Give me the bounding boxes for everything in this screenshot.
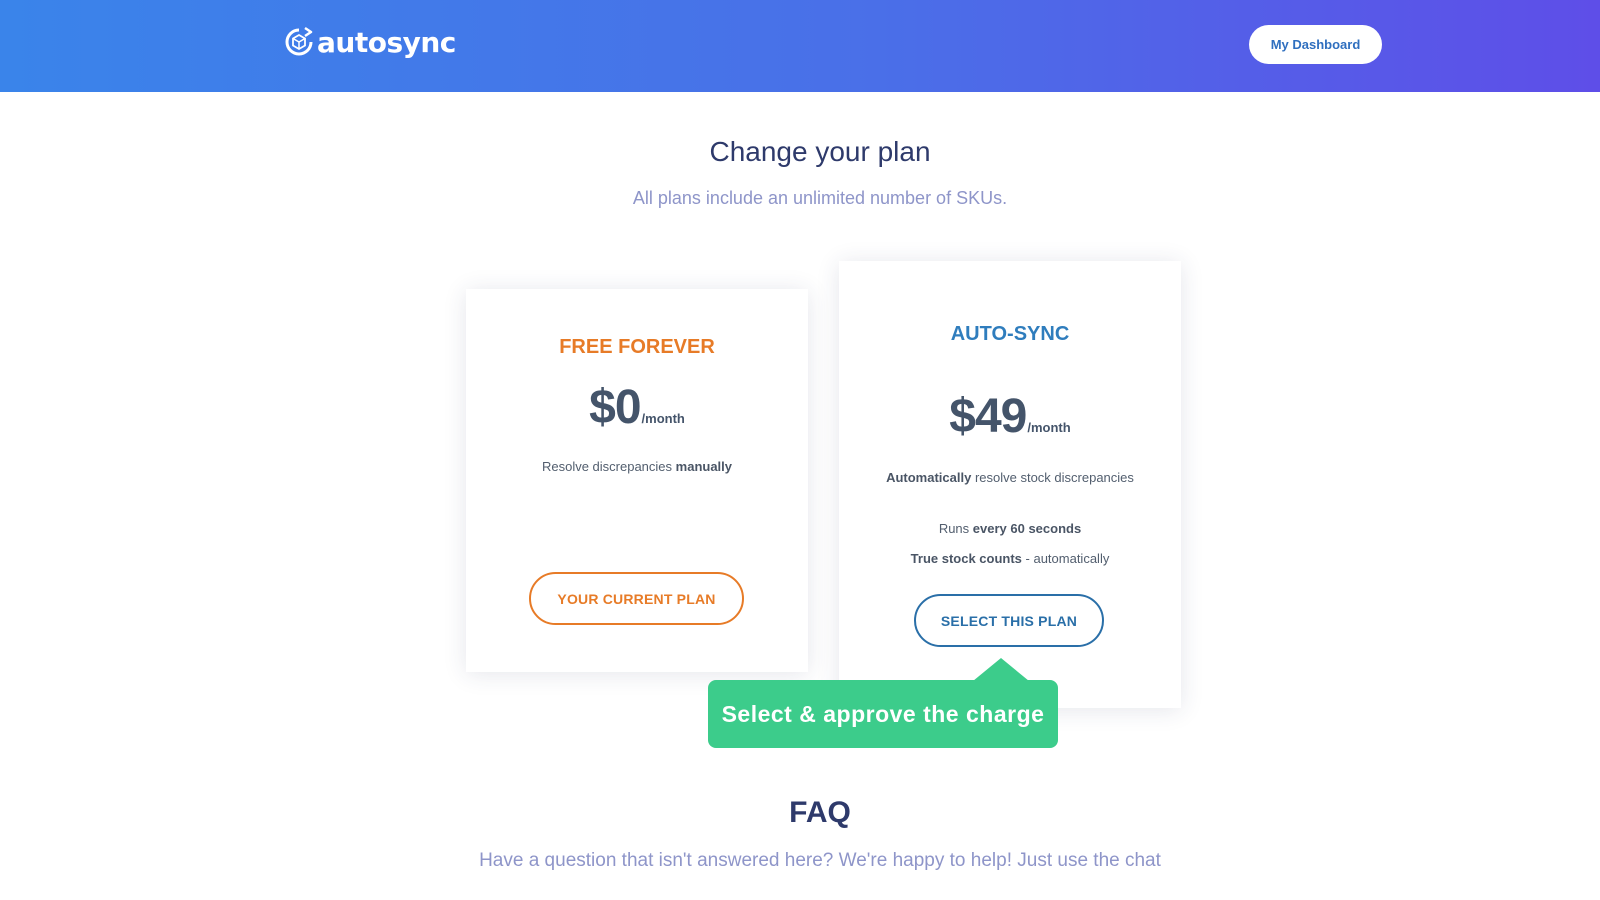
sync-cube-icon <box>283 26 315 60</box>
faq-title: FAQ <box>789 796 851 829</box>
price-period: /month <box>1027 420 1071 435</box>
autosync-logo[interactable]: autosync <box>283 26 456 60</box>
select-this-plan-button[interactable]: SELECT THIS PLAN <box>914 594 1104 647</box>
plan-card-free: FREE FOREVER $0/month Resolve discrepanc… <box>466 289 808 672</box>
price-amount: $0 <box>589 381 641 434</box>
select-approve-tooltip: Select & approve the charge <box>708 680 1058 748</box>
price-amount: $49 <box>949 390 1027 443</box>
plan-feature: Automatically resolve stock discrepancie… <box>886 470 1134 485</box>
plan-feature: True stock counts - automatically <box>910 551 1110 566</box>
page-title: Change your plan <box>709 136 931 167</box>
logo-text: autosync <box>317 26 456 59</box>
your-current-plan-button[interactable]: YOUR CURRENT PLAN <box>529 572 744 625</box>
tooltip-arrow <box>973 658 1029 681</box>
plan-price: $0/month <box>466 380 808 435</box>
faq-subtitle: Have a question that isn't answered here… <box>479 850 1161 871</box>
page-subtitle: All plans include an unlimited number of… <box>632 188 1008 208</box>
plan-feature: Runs every 60 seconds <box>938 521 1082 536</box>
price-period: /month <box>641 411 685 426</box>
plan-name: FREE FOREVER <box>559 336 715 358</box>
plan-feature: Resolve discrepancies manually <box>541 459 733 474</box>
plan-name: AUTO-SYNC <box>950 323 1070 345</box>
top-header: autosync My Dashboard <box>0 0 1600 92</box>
my-dashboard-button[interactable]: My Dashboard <box>1249 25 1382 64</box>
plan-card-auto-sync: AUTO-SYNC $49/month Automatically resolv… <box>839 261 1181 708</box>
plan-price: $49/month <box>839 389 1181 444</box>
